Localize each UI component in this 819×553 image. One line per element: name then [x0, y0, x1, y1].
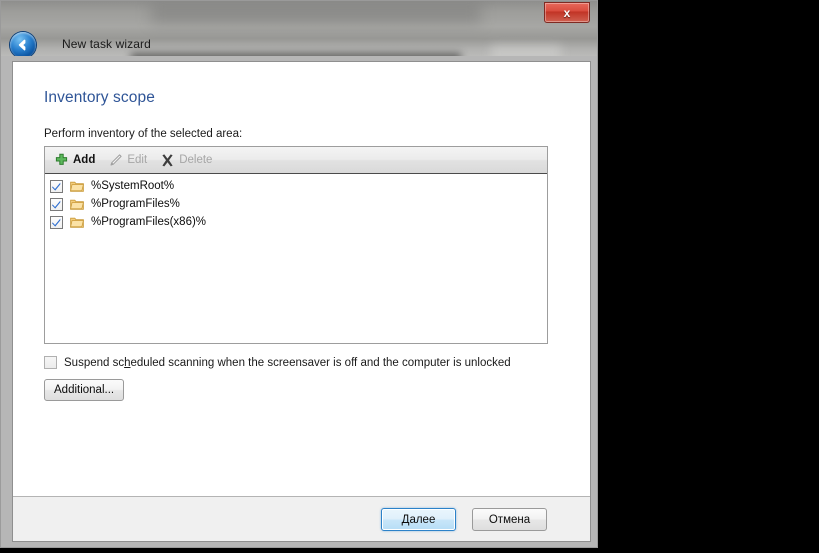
new-task-wizard-window: x New task wizard Inventory scope Perfor… — [0, 0, 598, 548]
dialog-button-bar: Далее Отмена — [13, 496, 590, 541]
suspend-scanning-row[interactable]: Suspend scheduled scanning when the scre… — [44, 356, 511, 369]
glass-blur-artifact — [151, 5, 481, 23]
folder-icon — [70, 180, 84, 193]
list-toolbar: Add Edit Delete — [45, 147, 547, 174]
section-label: Perform inventory of the selected area: — [44, 128, 243, 140]
window-client-area: Inventory scope Perform inventory of the… — [0, 56, 598, 548]
add-button[interactable]: Add — [54, 153, 95, 168]
window-titlebar: x — [0, 0, 598, 62]
scope-list-panel: Add Edit Delete %SystemRoot% %ProgramFil… — [44, 146, 548, 344]
scope-list[interactable]: %SystemRoot% %ProgramFiles% %ProgramFile… — [45, 174, 547, 343]
close-button[interactable]: x — [544, 2, 590, 23]
folder-icon — [70, 198, 84, 211]
delete-button-label: Delete — [179, 154, 213, 166]
plus-icon — [54, 153, 69, 168]
cross-icon — [160, 153, 175, 168]
additional-button[interactable]: Additional... — [44, 379, 125, 401]
add-button-label: Add — [73, 154, 96, 166]
suspend-scanning-label: Suspend scheduled scanning when the scre… — [64, 357, 511, 369]
back-arrow-icon — [15, 37, 31, 53]
folder-icon — [70, 216, 84, 229]
next-button-label: алее — [409, 513, 436, 526]
cancel-button[interactable]: Отмена — [472, 508, 547, 531]
edit-button[interactable]: Edit — [108, 153, 147, 168]
wizard-page: Inventory scope Perform inventory of the… — [12, 61, 591, 542]
suspend-label-part-1: Suspend sc — [64, 356, 125, 369]
delete-button[interactable]: Delete — [160, 153, 212, 168]
list-item-label: %SystemRoot% — [91, 180, 175, 192]
list-item[interactable]: %SystemRoot% — [45, 177, 547, 195]
next-button[interactable]: Далее — [381, 508, 456, 531]
page-title: Inventory scope — [44, 89, 155, 106]
suspend-scanning-checkbox[interactable] — [44, 356, 57, 369]
window-title: New task wizard — [62, 37, 151, 51]
suspend-label-part-2: eduled scanning when the screensaver is … — [130, 356, 511, 369]
desktop-background: x New task wizard Inventory scope Perfor… — [0, 0, 819, 553]
edit-button-label: Edit — [127, 154, 148, 166]
close-icon: x — [563, 5, 571, 20]
row-checkbox[interactable] — [50, 179, 63, 193]
row-checkbox[interactable] — [50, 215, 63, 229]
pencil-icon — [108, 153, 123, 168]
list-item-label: %ProgramFiles(x86)% — [91, 216, 207, 228]
list-item[interactable]: %ProgramFiles(x86)% — [45, 213, 547, 231]
list-item[interactable]: %ProgramFiles% — [45, 195, 547, 213]
back-button[interactable] — [10, 32, 36, 58]
list-item-label: %ProgramFiles% — [91, 198, 180, 210]
row-checkbox[interactable] — [50, 197, 63, 211]
